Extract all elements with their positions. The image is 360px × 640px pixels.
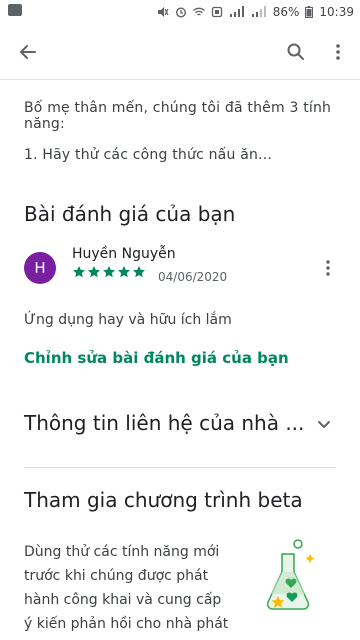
beta-description-line: hành công khai và cung cấp [24, 592, 222, 608]
star-icon [133, 266, 145, 278]
signal-icon [229, 6, 244, 17]
signal-icon-2 [251, 6, 266, 17]
wifi-icon [192, 7, 205, 16]
beta-description: Dùng thử các tính năng mới trước khi chú… [24, 540, 264, 636]
review-date: 04/06/2020 [158, 270, 228, 284]
status-bar: 86% 10:39 [0, 0, 360, 24]
status-icons: 86% 10:39 [157, 3, 354, 21]
chevron-down-icon [318, 421, 330, 428]
avatar: H [24, 252, 56, 284]
more-vert-icon [336, 44, 340, 60]
alarm-icon [175, 7, 186, 18]
beta-description-line: ý kiến phản hồi cho nhà phát [24, 616, 229, 632]
back-button[interactable] [14, 38, 42, 66]
more-vert-icon [326, 260, 330, 276]
battery-icon [305, 6, 314, 18]
clock: 10:39 [319, 5, 354, 19]
more-options-button[interactable] [324, 38, 352, 66]
review-text: Ứng dụng hay và hữu ích lắm [24, 312, 232, 328]
star-icon [118, 266, 130, 278]
data-saver-icon [211, 6, 222, 18]
search-icon [287, 43, 304, 60]
star-icon [103, 266, 115, 278]
beta-description-line: Dùng thử các tính năng mới [24, 544, 220, 560]
star-icon [88, 266, 100, 278]
your-review-title: Bài đánh giá của bạn [24, 202, 236, 226]
beta-flask-icon [266, 539, 315, 610]
reviewer-name: Huyền Nguyễn [72, 246, 176, 262]
battery-percent: 86% [272, 5, 300, 19]
beta-description-line: trước khi chúng được phát [24, 568, 209, 584]
section-divider [24, 467, 336, 468]
beta-title: Tham gia chương trình beta [24, 488, 303, 512]
rating-stars [72, 265, 146, 279]
notification-icon [8, 4, 22, 16]
whats-new-line-1: Bố mẹ thân mến, chúng tôi đã thêm 3 tính… [24, 100, 332, 132]
whats-new-line-2: 1. Hãy thử các công thức nấu ăn... [24, 147, 272, 163]
mute-icon [157, 7, 169, 17]
arrow-back-icon [20, 45, 36, 59]
app-bar [0, 24, 360, 80]
expand-developer-contact-button[interactable] [312, 412, 336, 436]
review-options-button[interactable] [316, 256, 340, 280]
search-button[interactable] [282, 38, 310, 66]
edit-review-link[interactable]: Chỉnh sửa bài đánh giá của bạn [24, 349, 289, 367]
developer-contact-title[interactable]: Thông tin liên hệ của nhà ... [24, 411, 304, 435]
star-icon [73, 266, 85, 278]
